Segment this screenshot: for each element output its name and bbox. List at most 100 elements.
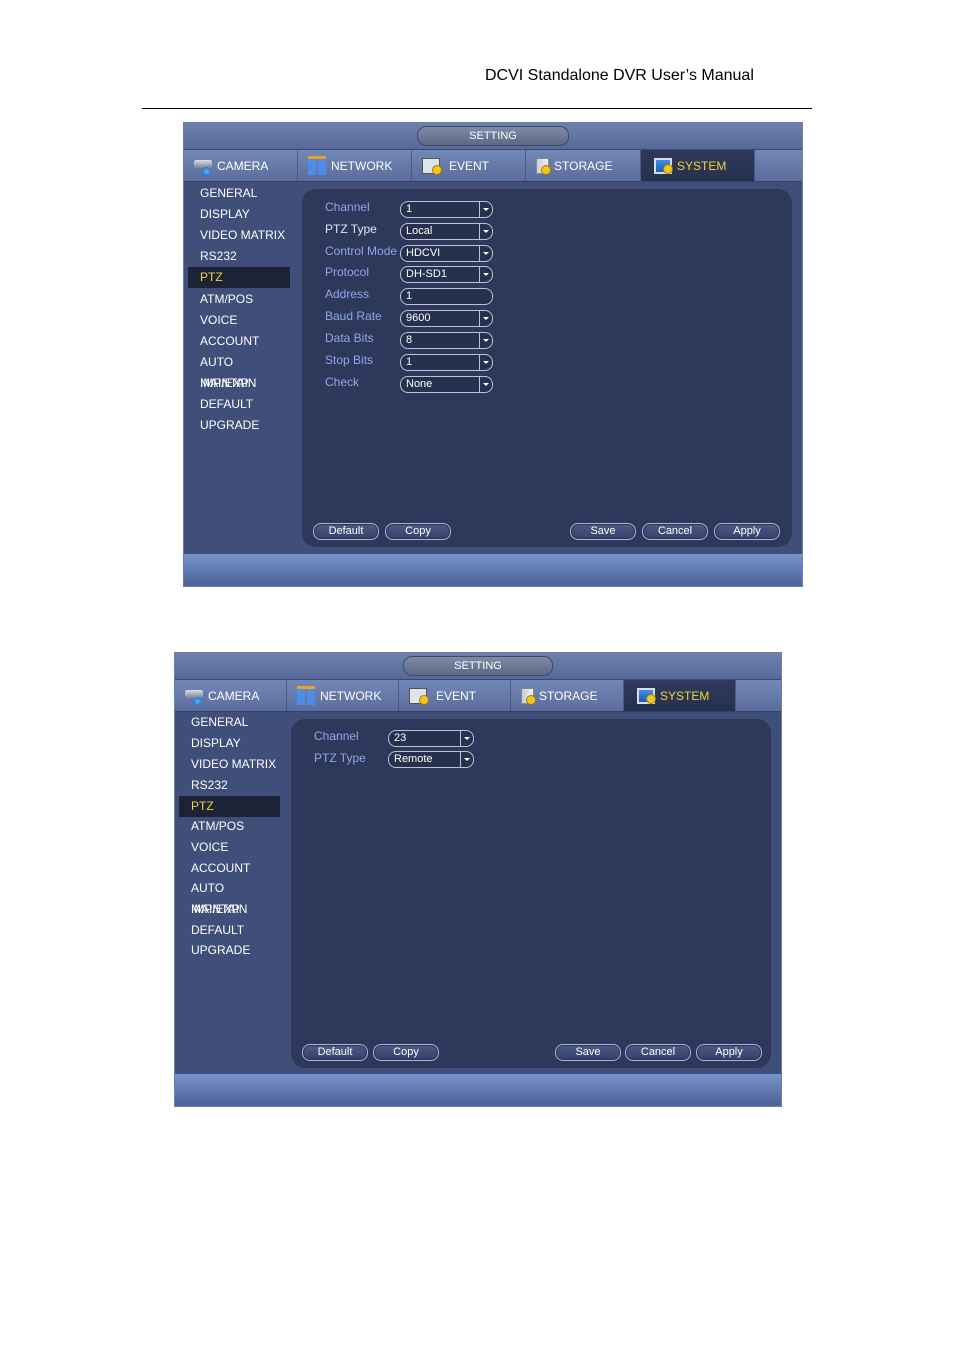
sidebar-item-rs232[interactable]: RS232	[179, 775, 280, 796]
tab-label: NETWORK	[320, 688, 382, 703]
sidebar-item-general[interactable]: GENERAL	[179, 712, 280, 733]
data-bits-value: 8	[406, 334, 413, 346]
chevron-down-icon[interactable]	[479, 311, 492, 326]
sidebar-item-voice[interactable]: VOICE	[188, 310, 290, 331]
tab-storage[interactable]: STORAGE	[511, 680, 624, 711]
channel-select[interactable]: 23	[388, 730, 474, 747]
data-bits-select[interactable]: 8	[400, 332, 493, 349]
sidebar-item-atm-pos[interactable]: ATM/POS	[188, 289, 290, 310]
event-icon	[409, 687, 429, 705]
chevron-down-icon[interactable]	[479, 202, 492, 217]
check-label: Check	[325, 375, 360, 389]
tab-system[interactable]: SYSTEM	[624, 680, 736, 711]
ptz-type-value: Remote	[394, 753, 433, 765]
sidebar-item-voice[interactable]: VOICE	[179, 837, 280, 858]
address-input[interactable]: 1	[400, 288, 493, 305]
sidebar-item-account[interactable]: ACCOUNT	[179, 858, 280, 879]
check-select[interactable]: None	[400, 376, 493, 393]
sidebar-item-upgrade[interactable]: UPGRADE	[188, 415, 290, 436]
storage-icon	[536, 157, 551, 175]
sidebar-item-imp-exp[interactable]: IMP/EXP	[179, 899, 280, 920]
ptz-settings-panel: Channel 1 PTZ Type Local Control Mode HD…	[302, 189, 792, 547]
sidebar-item-video-matrix[interactable]: VIDEO MATRIX	[179, 754, 280, 775]
window-title: SETTING	[417, 126, 569, 146]
camera-icon	[194, 159, 212, 176]
sidebar-item-ptz[interactable]: PTZ	[188, 267, 290, 288]
tab-storage[interactable]: STORAGE	[526, 150, 641, 181]
footer-bar	[184, 554, 802, 586]
tab-system[interactable]: SYSTEM	[641, 150, 755, 181]
tab-network[interactable]: NETWORK	[287, 680, 399, 711]
tab-label: CAMERA	[217, 158, 269, 173]
cancel-button[interactable]: Cancel	[625, 1044, 691, 1061]
chevron-down-icon[interactable]	[479, 267, 492, 282]
save-button[interactable]: Save	[555, 1044, 621, 1061]
chevron-down-icon[interactable]	[479, 333, 492, 348]
copy-button[interactable]: Copy	[385, 523, 451, 540]
chevron-down-icon[interactable]	[460, 752, 473, 767]
tab-label: SYSTEM	[677, 158, 727, 173]
channel-value: 23	[394, 732, 407, 744]
channel-label: Channel	[325, 200, 370, 214]
protocol-select[interactable]: DH-SD1	[400, 266, 493, 283]
sidebar-item-account[interactable]: ACCOUNT	[188, 331, 290, 352]
network-icon	[297, 686, 315, 705]
cancel-button[interactable]: Cancel	[642, 523, 708, 540]
sidebar-item-auto-maintain[interactable]: AUTO MAINTAIN	[179, 878, 280, 916]
copy-button[interactable]: Copy	[373, 1044, 439, 1061]
sidebar-item-display[interactable]: DISPLAY	[188, 204, 290, 225]
chevron-down-icon[interactable]	[479, 246, 492, 261]
sidebar-item-imp-exp[interactable]: IMP/EXP	[188, 373, 290, 394]
default-button[interactable]: Default	[302, 1044, 368, 1061]
tab-label: EVENT	[436, 688, 477, 703]
title-bar: SETTING	[184, 123, 802, 150]
sidebar-item-ptz[interactable]: PTZ	[179, 796, 280, 817]
baud-rate-select[interactable]: 9600	[400, 310, 493, 327]
tab-network[interactable]: NETWORK	[298, 150, 412, 181]
ptz-type-value: Local	[406, 225, 433, 237]
control-mode-label: Control Mode	[325, 244, 398, 258]
sidebar-item-rs232[interactable]: RS232	[188, 246, 290, 267]
save-button[interactable]: Save	[570, 523, 636, 540]
tab-label: NETWORK	[331, 158, 393, 173]
control-mode-value: HDCVI	[406, 247, 441, 259]
stop-bits-value: 1	[406, 356, 413, 368]
address-value: 1	[406, 290, 413, 302]
apply-button[interactable]: Apply	[696, 1044, 762, 1061]
chevron-down-icon[interactable]	[479, 355, 492, 370]
chevron-down-icon[interactable]	[479, 224, 492, 239]
ptz-type-select[interactable]: Local	[400, 223, 493, 240]
tab-camera[interactable]: CAMERA	[175, 680, 287, 711]
baud-rate-value: 9600	[406, 312, 431, 324]
event-icon	[422, 157, 442, 175]
tab-label: STORAGE	[554, 158, 613, 173]
ptz-type-select[interactable]: Remote	[388, 751, 474, 768]
apply-button[interactable]: Apply	[714, 523, 780, 540]
tab-bar: CAMERA NETWORK EVENT STORAGE SYSTEM	[175, 680, 781, 712]
tab-event[interactable]: EVENT	[399, 680, 511, 711]
ptz-settings-window-local: SETTING CAMERA NETWORK EVENT STORAGE SYS…	[183, 122, 803, 587]
stop-bits-select[interactable]: 1	[400, 354, 493, 371]
window-title: SETTING	[403, 656, 553, 676]
check-value: None	[406, 378, 433, 390]
sidebar-item-display[interactable]: DISPLAY	[179, 733, 280, 754]
tab-event[interactable]: EVENT	[412, 150, 526, 181]
channel-select[interactable]: 1	[400, 201, 493, 218]
sidebar-item-default[interactable]: DEFAULT	[188, 394, 290, 415]
camera-icon	[185, 689, 203, 706]
default-button[interactable]: Default	[313, 523, 379, 540]
sidebar-item-auto-maintain[interactable]: AUTO MAINTAIN	[188, 352, 290, 390]
chevron-down-icon[interactable]	[460, 731, 473, 746]
channel-value: 1	[406, 203, 413, 215]
sidebar-item-upgrade[interactable]: UPGRADE	[179, 940, 280, 961]
sidebar-item-default[interactable]: DEFAULT	[179, 920, 280, 941]
tab-camera[interactable]: CAMERA	[184, 150, 298, 181]
tab-label: SYSTEM	[660, 688, 710, 703]
control-mode-select[interactable]: HDCVI	[400, 245, 493, 262]
sidebar-item-atm-pos[interactable]: ATM/POS	[179, 816, 280, 837]
ptz-type-label: PTZ Type	[314, 751, 366, 765]
sidebar-item-general[interactable]: GENERAL	[188, 183, 290, 204]
sidebar-item-video-matrix[interactable]: VIDEO MATRIX	[188, 225, 290, 246]
footer-bar	[175, 1074, 781, 1106]
chevron-down-icon[interactable]	[479, 377, 492, 392]
